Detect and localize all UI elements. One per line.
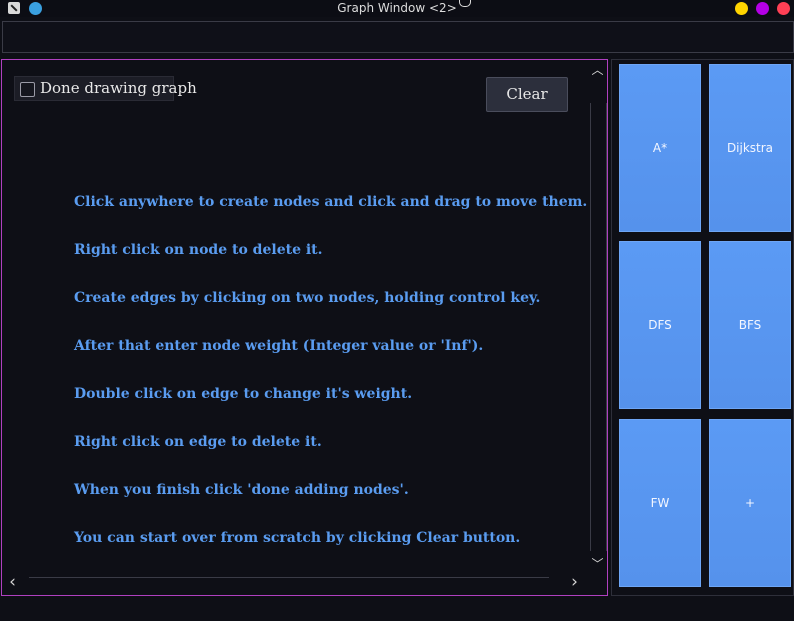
instruction-text: Create edges by clicking on two nodes, h… xyxy=(74,290,541,306)
title-bar: Graph Window <2> xyxy=(0,0,794,17)
horizontal-scrollbar[interactable]: ‹ › xyxy=(2,574,590,594)
scroll-up-icon[interactable]: ︿ xyxy=(590,64,605,76)
instruction-text: Right click on node to delete it. xyxy=(74,242,323,258)
close-button[interactable] xyxy=(777,2,790,15)
bfs-button[interactable]: BFS xyxy=(709,241,791,409)
instruction-text: Double click on edge to change it's weig… xyxy=(74,386,413,402)
minimize-button[interactable] xyxy=(735,2,748,15)
window-title: Graph Window <2> xyxy=(337,1,457,15)
instruction-text: When you finish click 'done adding nodes… xyxy=(74,482,409,498)
done-drawing-label: Done drawing graph xyxy=(40,79,197,97)
clear-button[interactable]: Clear xyxy=(486,77,568,112)
fw-button[interactable]: FW xyxy=(619,419,701,587)
horizontal-scroll-track[interactable] xyxy=(29,577,549,593)
checkbox-icon[interactable] xyxy=(20,82,35,97)
algorithm-panel: A* Dijkstra DFS BFS FW + xyxy=(611,59,794,596)
dfs-button[interactable]: DFS xyxy=(619,241,701,409)
graph-canvas[interactable]: Done drawing graph Clear Click anywhere … xyxy=(1,59,608,596)
maximize-button[interactable] xyxy=(756,2,769,15)
scroll-down-icon[interactable]: ﹀ xyxy=(590,558,605,570)
instruction-text: Click anywhere to create nodes and click… xyxy=(74,194,588,210)
vertical-scrollbar[interactable]: ︿ ﹀ xyxy=(590,60,607,577)
vertical-scroll-track[interactable] xyxy=(590,103,607,551)
astar-button[interactable]: A* xyxy=(619,64,701,232)
dijkstra-button[interactable]: Dijkstra xyxy=(709,64,791,232)
scroll-right-icon[interactable]: › xyxy=(567,574,582,591)
instruction-text: After that enter node weight (Integer va… xyxy=(74,338,484,354)
done-drawing-checkbox[interactable]: Done drawing graph xyxy=(14,76,197,101)
toolbar-input[interactable] xyxy=(2,21,794,53)
instruction-text: You can start over from scratch by click… xyxy=(74,530,521,546)
instruction-text: Right click on edge to delete it. xyxy=(74,434,322,450)
add-algorithm-button[interactable]: + xyxy=(709,419,791,587)
scroll-left-icon[interactable]: ‹ xyxy=(5,574,20,591)
